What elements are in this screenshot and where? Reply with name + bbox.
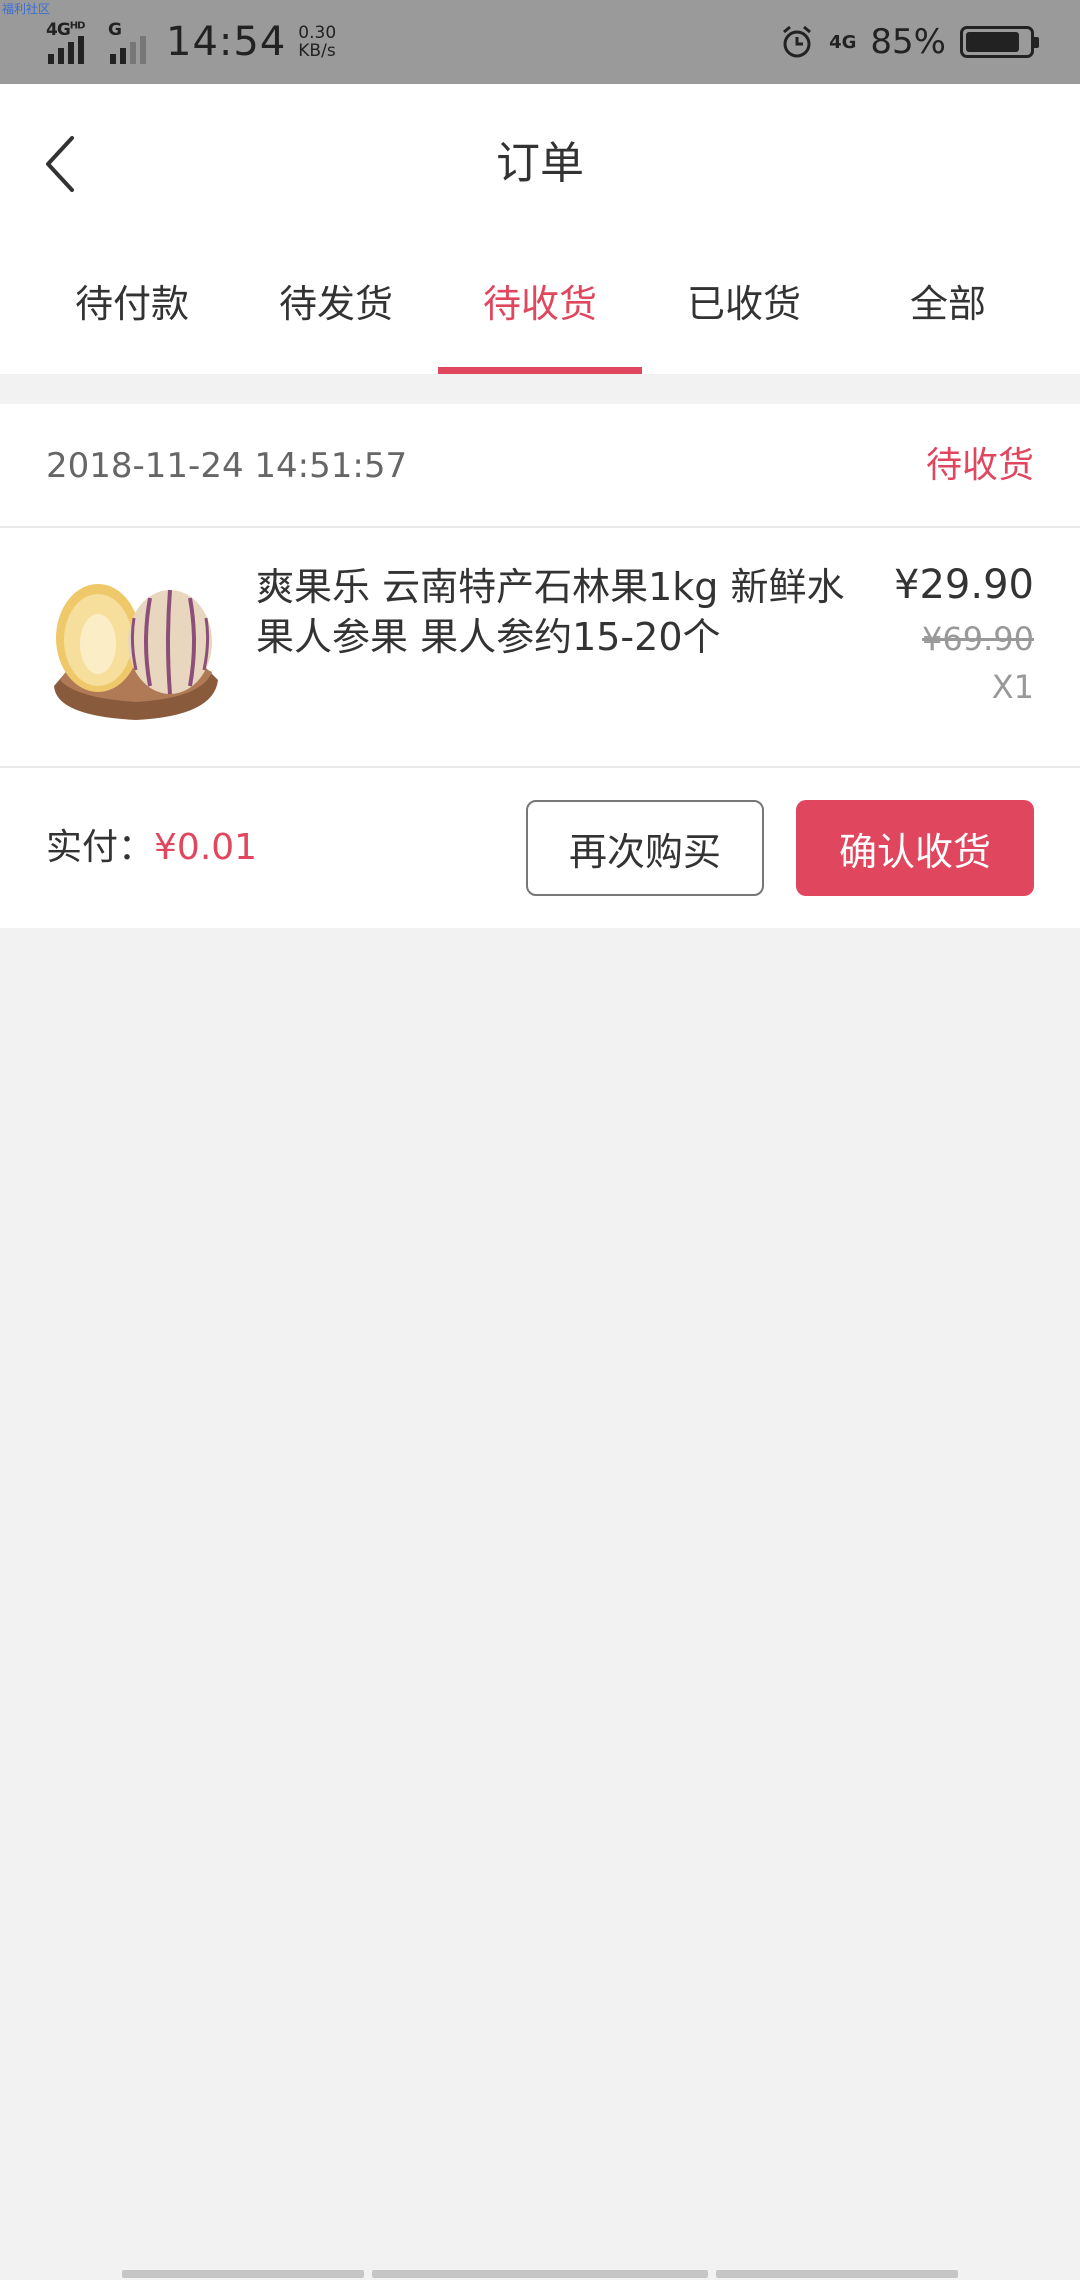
speed-value: 0.30 bbox=[298, 23, 337, 43]
battery-icon bbox=[960, 26, 1039, 58]
tab-received[interactable]: 已收货 bbox=[642, 254, 846, 374]
paid-label: 实付： bbox=[46, 827, 155, 868]
order-card[interactable]: 2018-11-24 14:51:57 待收货 爽果乐 云南特产石林果1kg 新… bbox=[0, 404, 1080, 928]
navigation-bar[interactable] bbox=[0, 2270, 1080, 2280]
page-title: 订单 bbox=[496, 138, 584, 189]
product-original-price: ¥69.90 bbox=[922, 620, 1034, 658]
clock: 14:54 bbox=[166, 19, 287, 65]
signal-4g-icon: 4GHD bbox=[46, 18, 100, 66]
alarm-icon bbox=[783, 25, 812, 58]
tab-pending-receipt[interactable]: 待收货 bbox=[438, 254, 642, 374]
buy-again-button[interactable]: 再次购买 bbox=[526, 800, 764, 896]
confirm-receipt-button[interactable]: 确认收货 bbox=[796, 800, 1034, 896]
speed-unit: KB/s bbox=[298, 41, 336, 61]
order-date: 2018-11-24 14:51:57 bbox=[46, 446, 408, 486]
product-quantity: X1 bbox=[991, 668, 1034, 706]
battery-percentage: 85% bbox=[870, 22, 946, 62]
status-bar-left: 4GHD G 14:54 0.30 KB/s bbox=[46, 14, 336, 70]
order-status: 待收货 bbox=[925, 445, 1034, 486]
tab-pending-shipment[interactable]: 待发货 bbox=[234, 254, 438, 374]
network-speed: 0.30 KB/s bbox=[298, 24, 336, 60]
paid-amount: ¥0.01 bbox=[154, 827, 258, 868]
header: 订单 待付款 待发货 待收货 已收货 全部 bbox=[0, 84, 1080, 374]
order-tabs: 待付款 待发货 待收货 已收货 全部 bbox=[0, 254, 1080, 374]
order-header: 2018-11-24 14:51:57 待收货 bbox=[0, 404, 1080, 528]
status-bar: 福利社区 4GHD G 14:54 0.30 KB/s 4G 85% bbox=[0, 0, 1080, 84]
network-4g-icon: 4G bbox=[829, 31, 857, 53]
product-name: 爽果乐 云南特产石林果1kg 新鲜水果人参果 果人参约15-20个 bbox=[256, 565, 845, 659]
corner-text: 福利社区 bbox=[2, 2, 51, 16]
signal-g-icon: G bbox=[108, 18, 152, 66]
tab-pending-payment[interactable]: 待付款 bbox=[30, 254, 234, 374]
order-item[interactable]: 爽果乐 云南特产石林果1kg 新鲜水果人参果 果人参约15-20个 ¥29.90… bbox=[0, 528, 1080, 768]
status-bar-right: 4G 85% bbox=[779, 14, 1039, 70]
order-footer: 实付：¥0.01 再次购买 确认收货 bbox=[0, 768, 1080, 926]
tab-all[interactable]: 全部 bbox=[846, 254, 1050, 374]
product-price: ¥29.90 bbox=[894, 562, 1034, 608]
product-image bbox=[54, 584, 218, 720]
paid-row: 实付：¥0.01 bbox=[46, 768, 257, 928]
